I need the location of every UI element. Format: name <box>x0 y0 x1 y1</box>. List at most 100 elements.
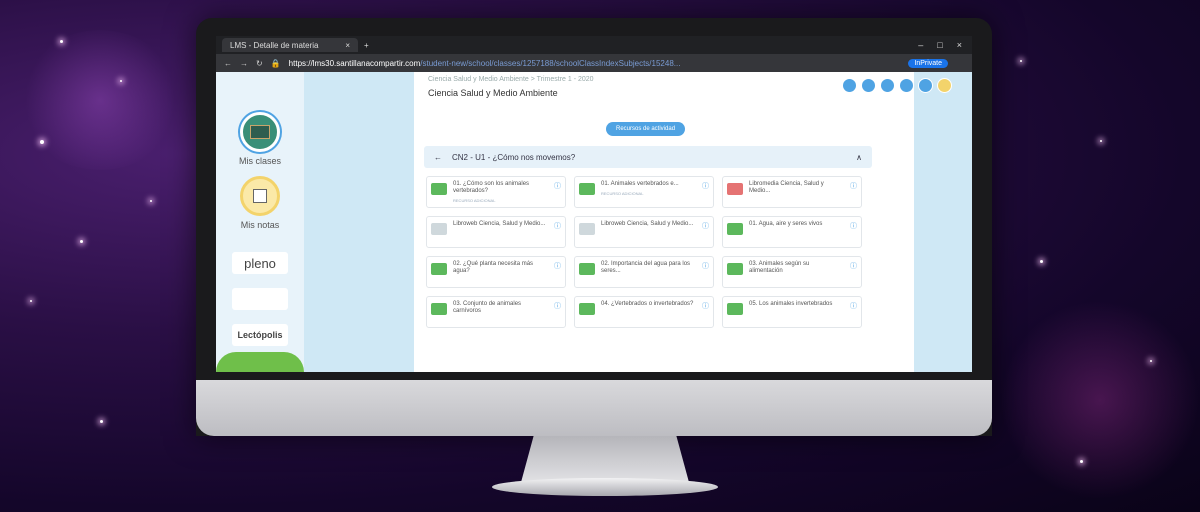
pleno-logo[interactable]: pleno <box>232 252 288 274</box>
notification-icon[interactable] <box>899 78 914 93</box>
minimize-button[interactable]: – <box>918 40 923 50</box>
sparkle <box>80 240 83 243</box>
back-icon[interactable]: ← <box>224 59 232 68</box>
chevron-up-icon[interactable]: ∧ <box>856 153 862 162</box>
resource-card[interactable]: Libroweb Ciencia, Salud y Medio... ⓘ <box>426 216 566 248</box>
forward-icon[interactable]: → <box>240 59 248 68</box>
resource-grid: 01. ¿Cómo son los animales vertebrados? R… <box>426 176 866 328</box>
board-icon[interactable] <box>240 112 280 152</box>
resource-card[interactable]: 03. Conjunto de animales carnívoros ⓘ <box>426 296 566 328</box>
resource-card[interactable]: 01. Agua, aire y seres vivos ⓘ <box>722 216 862 248</box>
resource-card-text: 02. ¿Qué planta necesita más agua? <box>453 261 548 275</box>
sparkle <box>1080 460 1083 463</box>
partner-logo[interactable] <box>232 288 288 310</box>
sidebar-item-mis-notas[interactable]: Mis notas <box>241 220 280 230</box>
browser-tab[interactable]: LMS - Detalle de materia × <box>222 38 358 52</box>
info-icon[interactable]: ⓘ <box>850 221 857 231</box>
resource-title: 03. Animales según su alimentación <box>749 261 810 274</box>
info-icon[interactable]: ⓘ <box>554 301 561 311</box>
sparkle <box>120 80 122 82</box>
settings-icon[interactable] <box>918 78 933 93</box>
resource-card-text: 02. Importancia del agua para los seres.… <box>601 261 696 275</box>
browser-tab-bar: LMS - Detalle de materia × + – □ × <box>216 36 972 54</box>
refresh-icon[interactable]: ↻ <box>256 59 263 68</box>
info-icon[interactable]: ⓘ <box>702 181 709 191</box>
background-glow <box>1000 300 1200 500</box>
sidebar-item-mis-clases[interactable]: Mis clases <box>239 156 281 166</box>
info-icon[interactable]: ⓘ <box>702 221 709 231</box>
resource-card[interactable]: 05. Los animales invertebrados ⓘ <box>722 296 862 328</box>
resource-card[interactable]: 04. ¿Vertebrados o invertebrados? ⓘ <box>574 296 714 328</box>
resource-card-text: Libroweb Ciencia, Salud y Medio... <box>453 221 548 228</box>
address-bar: ← → ↻ 🔒 https://lms30.santillanacomparti… <box>216 54 972 72</box>
sparkle <box>60 40 63 43</box>
resource-title: 05. Los animales invertebrados <box>749 301 833 307</box>
lock-icon: 🔒 <box>270 58 281 68</box>
resource-card-text: 01. Animales vertebrados e... RECURSO ADI… <box>601 181 696 197</box>
resource-title: Libroweb Ciencia, Salud y Medio... <box>453 221 546 227</box>
resource-card-text: 05. Los animales invertebrados <box>749 301 844 308</box>
close-icon[interactable]: × <box>345 41 350 50</box>
breadcrumb[interactable]: Ciencia Salud y Medio Ambiente > Trimest… <box>428 76 594 83</box>
resource-card[interactable]: Libroweb Ciencia, Salud y Medio... ⓘ <box>574 216 714 248</box>
info-icon[interactable]: ⓘ <box>850 301 857 311</box>
url-field[interactable]: https://lms30.santillanacompartir.com/st… <box>289 59 681 68</box>
help-icon[interactable] <box>861 78 876 93</box>
maximize-button[interactable]: □ <box>937 40 942 50</box>
info-icon[interactable]: ⓘ <box>850 181 857 191</box>
resource-card[interactable]: 02. ¿Qué planta necesita más agua? ⓘ <box>426 256 566 288</box>
sparkle <box>100 420 103 423</box>
page-title: Ciencia Salud y Medio Ambiente <box>428 88 558 98</box>
resource-card[interactable]: 03. Animales según su alimentación ⓘ <box>722 256 862 288</box>
header-icons <box>842 78 952 93</box>
info-icon[interactable]: ⓘ <box>702 261 709 271</box>
info-icon[interactable]: ⓘ <box>702 301 709 311</box>
tab-title: LMS - Detalle de materia <box>230 40 319 50</box>
resource-card[interactable]: 01. ¿Cómo son los animales vertebrados? R… <box>426 176 566 208</box>
lectopolis-logo[interactable]: Lectópolis <box>232 324 288 346</box>
new-tab-button[interactable]: + <box>364 41 369 50</box>
resource-tag: RECURSO ADICIONAL <box>601 191 644 196</box>
notes-icon[interactable] <box>240 176 280 216</box>
resource-title: Libroweb Ciencia, Salud y Medio... <box>601 221 694 227</box>
sparkle <box>1150 360 1152 362</box>
lesson-icon <box>431 183 447 195</box>
url-path: /student-new/school/classes/1257188/scho… <box>420 58 681 68</box>
avatar[interactable] <box>937 78 952 93</box>
sparkle <box>40 140 44 144</box>
lesson-icon <box>579 303 595 315</box>
url-host: https://lms30.santillanacompartir.com <box>288 58 421 68</box>
sidebar: Mis clases Mis notas pleno Lectópolis <box>216 72 304 372</box>
sparkle <box>1020 60 1022 62</box>
info-icon[interactable]: ⓘ <box>554 221 561 231</box>
info-icon[interactable]: ⓘ <box>554 261 561 271</box>
resource-card[interactable]: 02. Importancia del agua para los seres.… <box>574 256 714 288</box>
resource-card-text: 03. Conjunto de animales carnívoros <box>453 301 548 315</box>
chat-icon[interactable] <box>842 78 857 93</box>
lesson-icon <box>727 303 743 315</box>
resource-card-text: 04. ¿Vertebrados o invertebrados? <box>601 301 696 308</box>
info-icon[interactable]: ⓘ <box>554 181 561 191</box>
background-glow <box>20 30 180 170</box>
lesson-icon <box>579 263 595 275</box>
mail-icon[interactable] <box>880 78 895 93</box>
resource-tag: RECURSO ADICIONAL <box>453 198 496 203</box>
resource-title: 01. Animales vertebrados e... <box>601 181 679 187</box>
resource-title: 01. ¿Cómo son los animales vertebrados? <box>453 181 530 194</box>
sparkle <box>1100 140 1102 142</box>
resource-card-text: 01. ¿Cómo son los animales vertebrados? R… <box>453 181 548 204</box>
unit-title: CN2 - U1 - ¿Cómo nos movemos? <box>452 152 576 162</box>
book-icon <box>579 223 595 235</box>
inprivate-badge[interactable]: InPrivate <box>908 58 948 68</box>
monitor-base <box>492 478 718 496</box>
lesson-icon <box>579 183 595 195</box>
info-icon[interactable]: ⓘ <box>850 261 857 271</box>
book-icon <box>431 223 447 235</box>
unit-accordion[interactable]: ← CN2 - U1 - ¿Cómo nos movemos? ∧ <box>424 146 872 168</box>
close-window-button[interactable]: × <box>957 40 962 50</box>
back-icon[interactable]: ← <box>434 153 442 162</box>
recursos-button[interactable]: Recursos de actividad <box>606 122 686 136</box>
resource-card[interactable]: Libromedia Ciencia, Salud y Medio... ⓘ <box>722 176 862 208</box>
resource-card[interactable]: 01. Animales vertebrados e... RECURSO ADI… <box>574 176 714 208</box>
sparkle <box>30 300 32 302</box>
